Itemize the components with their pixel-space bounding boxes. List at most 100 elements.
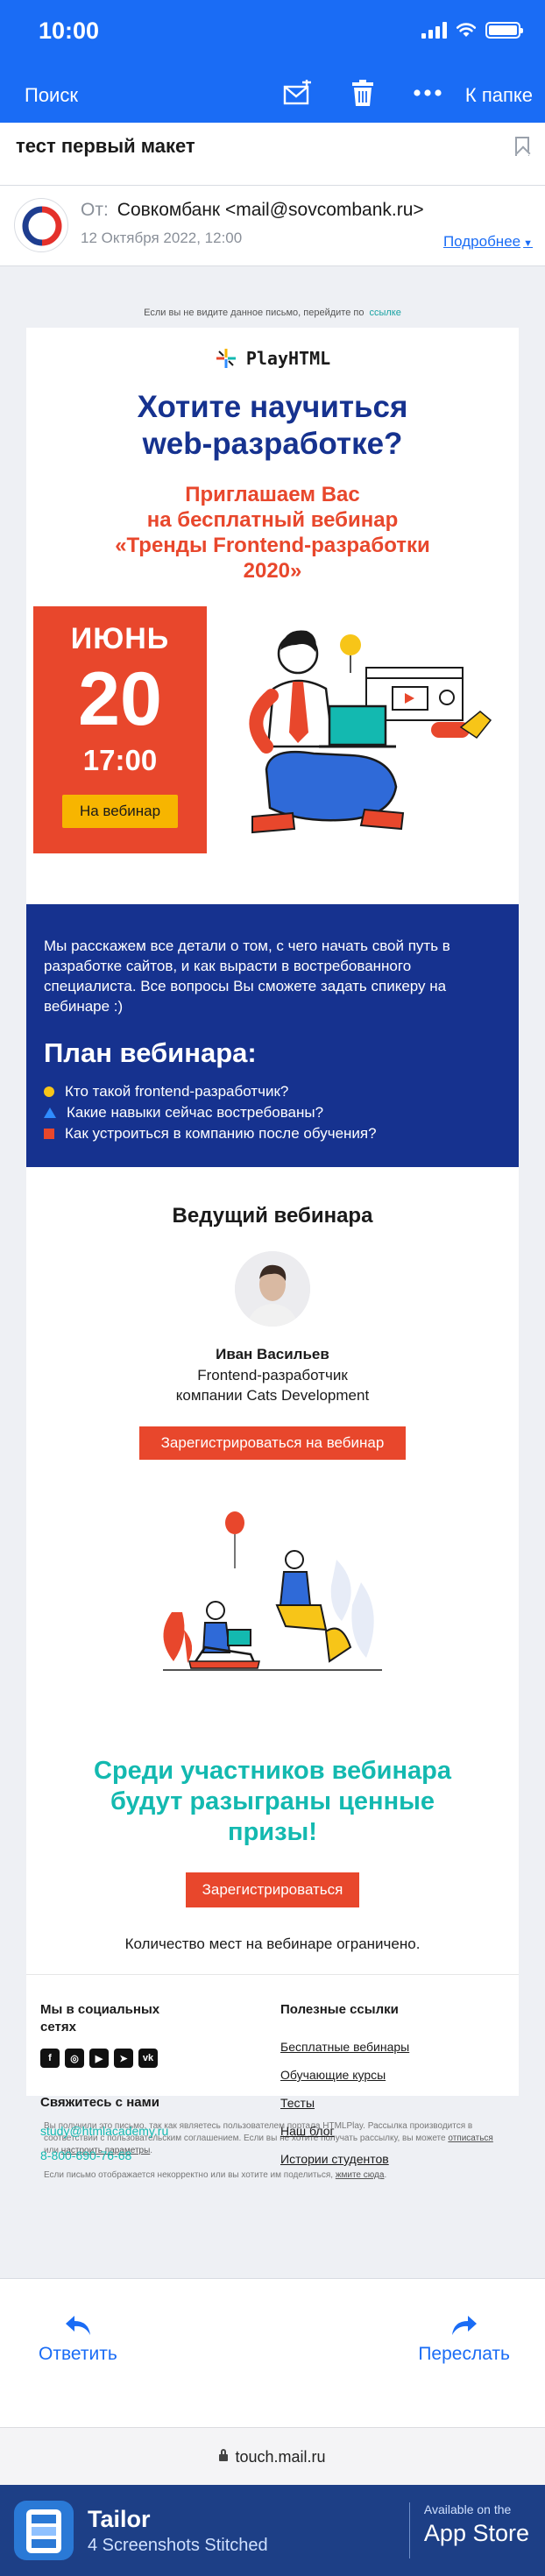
contact-heading: Свяжитесь с нами — [40, 2095, 159, 2110]
social-heading: Мы в социальных сетях — [40, 2001, 233, 2036]
social-contact-column: Мы в социальных сетях f ◎ ▶ ➤ vk Свяжите… — [40, 2001, 233, 2162]
speaker-role-line: Frontend-разработчик — [197, 1367, 348, 1384]
speaker-heading: Ведущий вебинара — [172, 1204, 373, 1228]
email-body: Если вы не видите данное письмо, перейди… — [26, 298, 519, 2182]
more-icon[interactable] — [410, 75, 445, 110]
mark-unread-icon[interactable] — [280, 75, 315, 110]
hero-title-line: web-разработке? — [142, 427, 403, 461]
status-icons — [421, 21, 523, 39]
plan-item: Какие навыки сейчас востребованы? — [44, 1102, 501, 1123]
plan-item-label: Кто такой frontend-разработчик? — [65, 1083, 289, 1100]
useful-link[interactable]: Наш блог — [280, 2124, 499, 2138]
store-badge-top: Available on the — [423, 2502, 512, 2516]
speaker-role-line: компании Cats Development — [175, 1387, 370, 1404]
social-heading-line: Мы в социальных — [40, 2002, 160, 2017]
forward-icon — [451, 2316, 477, 2335]
reply-icon — [65, 2316, 90, 2335]
promo-subtitle: 4 Screenshots Stitched — [88, 2536, 268, 2555]
speaker-block: Ведущий вебинара Иван Васильев Frontend-… — [26, 1167, 519, 2166]
details-link-label: Подробнее — [442, 233, 521, 250]
view-link[interactable]: ссылке — [369, 308, 400, 318]
facebook-icon[interactable]: f — [40, 2049, 60, 2068]
top-bar: 10:00 Поиск К папке — [0, 0, 545, 123]
youtube-icon[interactable]: ▶ — [89, 2049, 109, 2068]
search-back-button[interactable]: Поиск — [25, 84, 78, 107]
hero-row: ИЮНЬ 20 17:00 На вебинар — [26, 606, 519, 869]
hero-subtitle: Приглашаем Вас на бесплатный вебинар «Тр… — [26, 482, 519, 584]
message-subject: тест первый макет — [16, 135, 195, 157]
view-in-browser-note: Если вы не видите данное письмо, перейди… — [26, 298, 519, 328]
tailor-app-icon — [14, 2501, 74, 2560]
promo-banner[interactable]: Tailor 4 Screenshots Stitched Available … — [0, 2485, 545, 2576]
reply-button[interactable]: Ответить — [39, 2314, 117, 2365]
telegram-icon[interactable]: ➤ — [114, 2049, 133, 2068]
to-webinar-button[interactable]: На вебинар — [61, 795, 179, 828]
url-text: touch.mail.ru — [235, 2448, 326, 2466]
forward-button[interactable]: Переслать — [418, 2314, 510, 2365]
useful-heading: Полезные ссылки — [280, 2002, 399, 2017]
register-button[interactable]: Зарегистрироваться — [186, 1872, 359, 1907]
plan-list: Кто такой frontend-разработчик? Какие на… — [44, 1081, 501, 1144]
hero-title-line: Хотите научиться — [137, 390, 408, 424]
speaker-role: Frontend-разработчик компании Cats Devel… — [26, 1365, 519, 1405]
seats-limit-note: Количество мест на вебинаре ограничено. — [124, 1936, 421, 1952]
sender-avatar — [14, 198, 68, 252]
chevron-down-icon: ▼ — [523, 238, 533, 249]
hero-subtitle-line: Приглашаем Вас — [185, 483, 360, 506]
instagram-icon[interactable]: ◎ — [65, 2049, 84, 2068]
plan-title: План вебинара: — [44, 1037, 257, 1068]
wifi-icon — [456, 23, 477, 37]
sender-row: От: Совкомбанк <mail@sovcombank.ru> 12 Ок… — [0, 186, 545, 266]
useful-link[interactable]: Тесты — [280, 2096, 499, 2110]
plan-item: Как устроиться в компанию после обучения… — [44, 1123, 501, 1144]
hero-block: PlayHTML Хотите научиться web-разработке… — [26, 328, 519, 904]
status-time: 10:00 — [39, 18, 100, 44]
hero-subtitle-line: «Тренды Frontend-разработки — [115, 534, 430, 557]
intro-text: Мы расскажем все детали о том, с чего на… — [44, 938, 450, 1015]
social-heading-line: сетях — [40, 2020, 76, 2035]
date-time: 17:00 — [82, 744, 158, 776]
register-webinar-button[interactable]: Зарегистрироваться на вебинар — [139, 1426, 406, 1460]
prize-title: Среди участников вебинара будут разыгран… — [26, 1756, 519, 1848]
prize-title-line: призы! — [228, 1818, 317, 1846]
battery-icon — [485, 21, 523, 39]
triangle-bullet-icon — [44, 1108, 56, 1118]
details-link[interactable]: Подробнее ▼ — [443, 233, 533, 251]
plan-item-label: Как устроиться в компанию после обучения… — [65, 1125, 377, 1142]
to-folder-button[interactable]: К папке — [465, 84, 533, 107]
browser-url-bar[interactable]: touch.mail.ru — [0, 2427, 545, 2485]
email-canvas: Если вы не видите данное письмо, перейди… — [0, 266, 545, 2278]
students-illustration — [163, 1511, 382, 1671]
social-icons: f ◎ ▶ ➤ vk — [40, 2049, 233, 2068]
prize-title-line: Среди участников вебинара — [94, 1757, 451, 1785]
circle-bullet-icon — [44, 1086, 54, 1097]
email-footer-links: Мы в социальных сетях f ◎ ▶ ➤ vk Свяжите… — [26, 1974, 519, 2197]
hero-subtitle-line: на бесплатный вебинар — [146, 508, 399, 532]
prize-title-line: будут разыграны ценные — [110, 1787, 435, 1815]
message-date: 12 Октября 2022, 12:00 — [81, 230, 243, 246]
from-value[interactable]: Совкомбанк <mail@sovcombank.ru> — [117, 200, 424, 220]
store-badge-name: App Store — [423, 2520, 529, 2546]
contact-phone-link[interactable]: 8-800-690-76-68 — [40, 2148, 233, 2162]
contact-email-link[interactable]: study@htmlacademy.ru — [40, 2124, 233, 2138]
promo-title: Tailor — [88, 2506, 151, 2532]
plan-block: Мы расскажем все детали о том, с чего на… — [26, 904, 519, 1167]
useful-link[interactable]: Истории студентов — [280, 2152, 499, 2166]
logo-text: PlayHTML — [245, 348, 331, 369]
status-bar: 10:00 — [0, 0, 545, 61]
date-day: 20 — [78, 657, 162, 741]
app-store-badge[interactable]: Available on the App Store — [408, 2502, 529, 2558]
subject-row: тест первый макет — [0, 123, 545, 186]
lock-icon — [219, 2449, 229, 2461]
forward-label: Переслать — [418, 2344, 510, 2364]
date-card: ИЮНЬ 20 17:00 На вебинар — [33, 606, 207, 853]
vk-icon[interactable]: vk — [138, 2049, 158, 2068]
date-month: ИЮНЬ — [70, 622, 170, 655]
useful-link[interactable]: Бесплатные вебинары — [280, 2040, 499, 2054]
bookmark-icon[interactable] — [515, 137, 529, 156]
useful-link[interactable]: Обучающие курсы — [280, 2068, 499, 2082]
view-note-text: Если вы не видите данное письмо, перейди… — [144, 308, 365, 318]
toolbar-icons — [280, 75, 445, 110]
trash-icon[interactable] — [345, 75, 380, 110]
logo: PlayHTML — [26, 328, 519, 389]
